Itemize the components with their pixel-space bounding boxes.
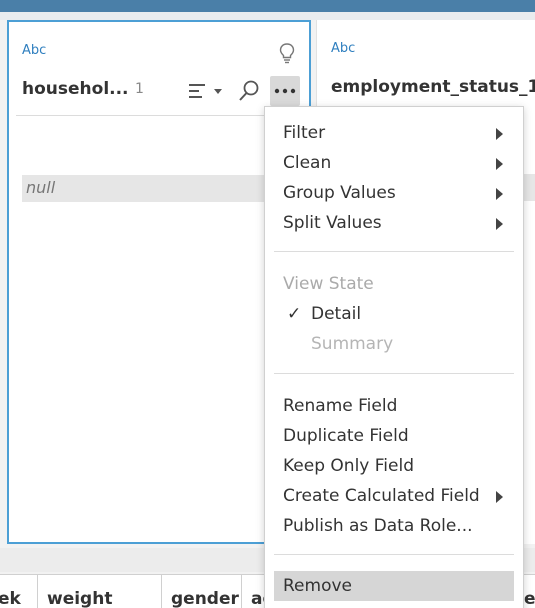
menu-item-label: Clean [283,153,332,173]
menu-item-rename-field[interactable]: Rename Field [265,391,523,421]
menu-item-label: Summary [311,334,394,354]
data-type-label: Abc [22,43,47,58]
top-bar [0,0,535,12]
menu-item-label: Filter [283,123,326,143]
submenu-arrow-icon [496,158,503,170]
menu-item-duplicate-field[interactable]: Duplicate Field [265,421,523,451]
menu-item-create-calculated-field[interactable]: Create Calculated Field [265,481,523,511]
menu-item-summary: Summary [265,329,523,359]
menu-item-group-values[interactable]: Group Values [265,178,523,208]
column-divider[interactable] [37,575,38,608]
submenu-arrow-icon [496,188,503,200]
field-context-menu: Filter Clean Group Values Split Values V… [264,106,524,608]
column-divider[interactable] [241,575,242,608]
menu-item-label: Split Values [283,213,382,233]
sort-icon[interactable] [187,80,229,102]
menu-item-clean[interactable]: Clean [265,148,523,178]
submenu-arrow-icon [496,218,503,230]
menu-item-remove[interactable]: Remove [274,571,514,601]
menu-item-label: Publish as Data Role... [283,516,473,536]
column-header-gender[interactable]: gender [171,589,239,608]
menu-divider [274,373,514,374]
submenu-arrow-icon [496,491,503,503]
column-divider[interactable] [161,575,162,608]
menu-item-publish-as-data-role[interactable]: Publish as Data Role... [265,511,523,541]
top-bar-strip [0,12,535,20]
lightbulb-icon[interactable] [277,42,297,64]
search-icon[interactable] [237,79,261,103]
checkmark-icon: ✓ [287,304,302,324]
data-type-label: Abc [331,41,356,56]
column-header-ek[interactable]: ek [0,589,21,608]
menu-divider [274,251,514,252]
more-options-button[interactable] [270,76,300,106]
menu-item-filter[interactable]: Filter [265,118,523,148]
menu-item-label: Duplicate Field [283,426,409,446]
menu-item-label: Rename Field [283,396,398,416]
field-name[interactable]: employment_status_1 [331,77,535,97]
submenu-arrow-icon [496,128,503,140]
menu-divider [274,554,514,555]
more-options-icon [274,88,296,94]
menu-section-label: View State [283,274,374,294]
menu-item-detail[interactable]: ✓ Detail [265,299,523,329]
column-header-e[interactable]: e [524,589,535,608]
field-name[interactable]: househol... [22,79,129,99]
menu-section-view-state: View State [265,269,523,299]
menu-item-label: Detail [311,304,362,324]
menu-item-label: Keep Only Field [283,456,414,476]
menu-item-split-values[interactable]: Split Values [265,208,523,238]
null-value-label: null [26,178,56,197]
menu-item-label: Remove [283,576,352,596]
menu-item-label: Create Calculated Field [283,486,480,506]
menu-item-label: Group Values [283,183,396,203]
field-count: 1 [135,81,144,97]
card-header-divider [16,115,301,116]
menu-item-keep-only-field[interactable]: Keep Only Field [265,451,523,481]
column-header-weight[interactable]: weight [47,589,112,608]
